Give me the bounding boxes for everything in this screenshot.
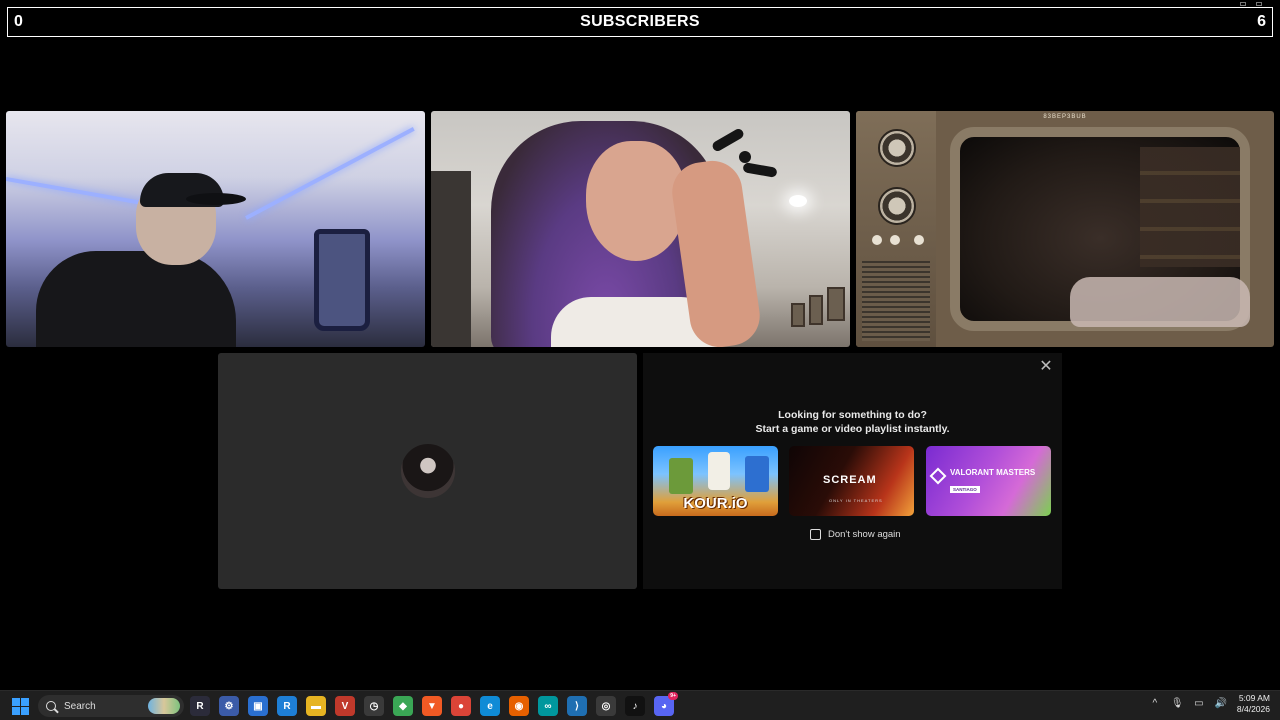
tv-control-panel (856, 111, 936, 347)
dont-show-again-checkbox[interactable]: Don't show again (810, 529, 901, 540)
file-explorer-glyph: ▬ (311, 700, 321, 712)
arduino-icon[interactable]: ∞ (538, 696, 558, 716)
speedometer-glyph: ◷ (369, 700, 379, 712)
tv-speaker-grill (862, 261, 930, 341)
firefox-glyph: ◉ (514, 700, 524, 712)
video-tile-participant-4-camera-off[interactable] (218, 353, 637, 589)
participant-avatar (401, 444, 455, 498)
tv-button (890, 235, 900, 245)
participant-face (586, 141, 686, 261)
search-placeholder: Search (64, 700, 96, 712)
doorway (431, 171, 471, 347)
obs-glyph: ◎ (601, 700, 611, 712)
terminal-r-glyph: R (196, 700, 204, 712)
shield-browser-icon[interactable]: ◆ (393, 696, 413, 716)
tv-button (872, 235, 882, 245)
room-bed (1070, 277, 1250, 327)
taskbar-apps: R ⚙ ▣ R ▬ V ◷ ◆ ▼ ● e ◉ ∞ ⟩ ◎ ♪ ◕ 9+ (190, 692, 678, 716)
maximize-icon[interactable] (1256, 2, 1262, 6)
tiktok-glyph: ♪ (632, 700, 638, 712)
dont-show-again-label: Don't show again (828, 529, 901, 540)
close-icon[interactable]: ✕ (1038, 359, 1054, 375)
app-blue-glyph: R (283, 700, 291, 712)
video-tile-participant-2[interactable] (431, 111, 850, 347)
subscriber-count-left: 0 (14, 13, 23, 30)
network-glyph: ⚙ (224, 700, 234, 712)
valorant-logo-icon (929, 467, 947, 485)
activity-card-label: VALORANT MASTERS (950, 468, 1036, 477)
activity-card-label: SCREAM (823, 474, 877, 486)
chevron-up-icon[interactable]: ^ (1149, 698, 1161, 710)
video-tile-participant-1[interactable] (6, 111, 425, 347)
app-blue-icon[interactable]: R (277, 696, 297, 716)
remote-desktop-glyph: ▣ (253, 700, 263, 712)
network-icon[interactable]: ⚙ (219, 696, 239, 716)
video-tile-participant-3-tv-frame[interactable]: 83BEP3BUB (856, 111, 1274, 347)
brave-glyph: ▼ (427, 700, 437, 712)
checkbox-icon[interactable] (810, 529, 821, 540)
led-strip (245, 127, 415, 220)
firefox-icon[interactable]: ◉ (509, 696, 529, 716)
brave-icon[interactable]: ▼ (422, 696, 442, 716)
tv-button (914, 235, 924, 245)
wall-frames (791, 287, 850, 337)
activity-prompt-subheading: Start a game or video playlist instantly… (755, 423, 950, 435)
arduino-glyph: ∞ (544, 700, 552, 712)
volume-icon[interactable]: 🔊 (1215, 698, 1227, 710)
edge-icon[interactable]: e (480, 696, 500, 716)
discord-glyph: ◕ (660, 700, 668, 712)
clock-date: 8/4/2026 (1236, 704, 1270, 714)
participant-figure (36, 173, 246, 347)
activity-suggestion-panel: ✕ Looking for something to do? Start a g… (643, 353, 1062, 589)
activity-card-sublabel: ONLY IN THEATERS (829, 498, 883, 503)
display-icon[interactable]: ▭ (1193, 698, 1205, 710)
activity-card-label: KOUR.iO (683, 495, 748, 512)
window-controls[interactable] (1240, 2, 1262, 6)
activity-card-valorant[interactable]: VALORANT MASTERS SANTIAGO (926, 446, 1051, 516)
windows-start-icon[interactable] (12, 698, 29, 715)
tv-knob (878, 187, 916, 225)
terminal-r-icon[interactable]: R (190, 696, 210, 716)
activity-card-scream[interactable]: SCREAM ONLY IN THEATERS (789, 446, 914, 516)
tv-knob (878, 129, 916, 167)
subscriber-counter-bar: 0 SUBSCRIBERS 6 (7, 7, 1273, 37)
speedometer-icon[interactable]: ◷ (364, 696, 384, 716)
room-shelf (1140, 147, 1240, 267)
clock[interactable]: 5:09 AM 8/4/2026 (1237, 693, 1270, 715)
mirror (314, 229, 370, 331)
activity-card-kour[interactable]: KOUR.iO (653, 446, 778, 516)
system-tray: ^ 🎙 ▭ 🔊 5:09 AM 8/4/2026 (1149, 693, 1270, 715)
notification-badge: 9+ (668, 692, 678, 700)
vscode-glyph: ⟩ (575, 700, 579, 712)
file-explorer-icon[interactable]: ▬ (306, 696, 326, 716)
tiktok-icon[interactable]: ♪ (625, 696, 645, 716)
minimize-icon[interactable] (1240, 2, 1246, 6)
discord-icon[interactable]: ◕ 9+ (654, 692, 678, 716)
voice-app-glyph: V (341, 700, 349, 712)
tv-screen (950, 127, 1250, 331)
vscode-icon[interactable]: ⟩ (567, 696, 587, 716)
microphone-icon[interactable]: 🎙 (1171, 698, 1184, 710)
edge-glyph: e (487, 700, 493, 712)
remote-desktop-icon[interactable]: ▣ (248, 696, 268, 716)
search-icon (46, 701, 56, 711)
obs-icon[interactable]: ◎ (596, 696, 616, 716)
ceiling-light (789, 195, 807, 207)
chrome-icon[interactable]: ● (451, 696, 471, 716)
subscriber-count-right: 6 (1257, 13, 1266, 30)
activity-prompt-heading: Looking for something to do? (778, 409, 927, 421)
search-highlight-icon (148, 698, 180, 714)
taskbar-search[interactable]: Search (38, 695, 184, 717)
activity-card-tag: SANTIAGO (950, 486, 980, 493)
voice-app-icon[interactable]: V (335, 696, 355, 716)
chrome-glyph: ● (457, 700, 465, 712)
taskbar: Search R ⚙ ▣ R ▬ V ◷ ◆ ▼ ● e ◉ ∞ ⟩ ◎ ♪ ◕ 9+ ^ 🎙 ▭ 🔊 5:09 … (0, 690, 1280, 720)
clock-time: 5:09 AM (1238, 693, 1270, 703)
shield-browser-glyph: ◆ (399, 700, 407, 712)
subscriber-counter-title: SUBSCRIBERS (580, 13, 700, 30)
